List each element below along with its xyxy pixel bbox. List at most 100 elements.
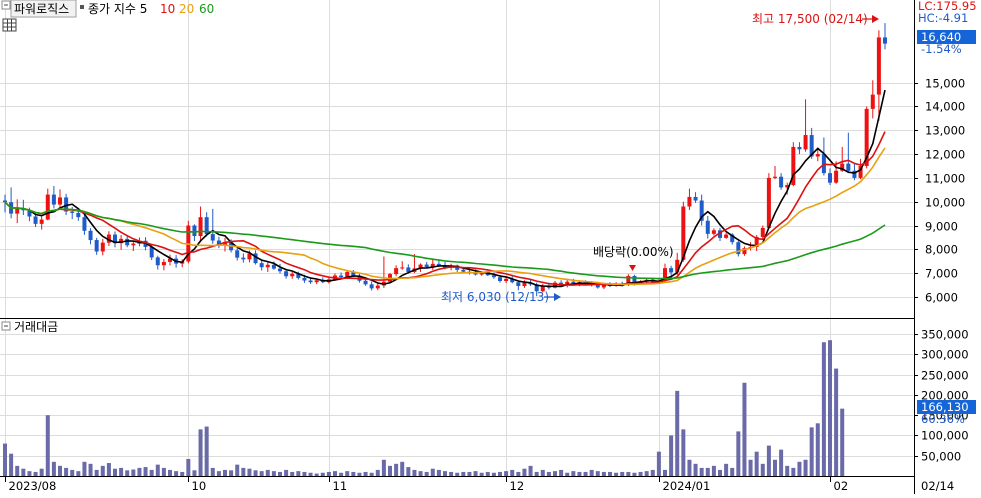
- candle-body: [259, 263, 264, 268]
- volume-bar: [235, 464, 240, 476]
- volume-bar: [394, 463, 399, 476]
- volume-bar: [595, 471, 600, 476]
- volume-bar: [534, 471, 539, 476]
- volume-bar: [467, 471, 472, 476]
- candle-body: [803, 135, 808, 150]
- volume-bar: [693, 463, 698, 476]
- candle-body: [711, 230, 716, 234]
- series-marker-icon: [80, 5, 84, 9]
- candle-body: [516, 282, 521, 286]
- volume-tick-label: 250,000: [921, 369, 969, 383]
- volume-bar: [265, 469, 270, 476]
- candle-body: [210, 234, 215, 241]
- volume-bar: [608, 471, 612, 476]
- volume-bar: [681, 429, 686, 476]
- candle-body: [779, 176, 784, 188]
- volume-bar: [15, 465, 20, 476]
- candle-body: [302, 277, 307, 281]
- volume-bar: [650, 469, 655, 476]
- candle-body: [82, 217, 87, 231]
- volume-bar: [27, 471, 32, 476]
- volume-bar: [455, 472, 460, 476]
- volume-bar: [320, 472, 325, 476]
- volume-bar: [644, 471, 649, 476]
- volume-bar: [174, 471, 179, 476]
- candle-body: [760, 227, 765, 237]
- volume-bar: [45, 415, 50, 476]
- candle-body: [876, 37, 881, 95]
- candle-body: [58, 197, 62, 205]
- candle-body: [870, 94, 875, 109]
- volume-bar: [589, 469, 594, 476]
- volume-bar: [3, 443, 7, 476]
- volume-bar: [161, 467, 166, 476]
- volume-bar: [449, 471, 454, 476]
- volume-bar: [363, 471, 368, 476]
- chart-window: 6,000 7,000 8,000 9,000 10,000 11,000 12,000 13…: [0, 0, 981, 494]
- candle-body: [363, 280, 368, 285]
- volume-bar: [284, 469, 289, 476]
- volume-bar: [76, 471, 81, 476]
- volume-bar: [192, 470, 197, 476]
- price-tick-label: 12,000: [925, 148, 965, 162]
- dividend-label: 배당락(0.00%): [593, 245, 674, 259]
- candle-body: [290, 273, 295, 277]
- candle-body: [669, 268, 674, 273]
- volume-bar: [186, 458, 191, 476]
- volume-bar: [565, 472, 570, 476]
- volume-bar: [669, 435, 674, 476]
- volume-bar: [718, 469, 722, 476]
- volume-bar: [100, 465, 105, 476]
- x-tick-label: 02: [834, 479, 849, 493]
- candle-body: [846, 163, 851, 171]
- volume-bar: [559, 469, 564, 476]
- candle-body: [308, 280, 313, 283]
- volume-tick-label: 300,000: [921, 348, 969, 362]
- volume-bar: [663, 469, 667, 476]
- low-label: 최저 6,030 (12/13): [441, 290, 549, 304]
- volume-bar: [290, 471, 295, 476]
- candle-body: [504, 278, 509, 281]
- candle-body: [815, 154, 820, 157]
- candle-body: [235, 250, 240, 258]
- candle-body: [705, 220, 710, 234]
- volume-bar: [828, 340, 832, 476]
- price-tick-label: 9,000: [925, 220, 958, 234]
- candle-body: [424, 264, 429, 267]
- volume-bar: [803, 459, 808, 476]
- volume-bar: [106, 463, 111, 476]
- grid-table-icon[interactable]: [2, 18, 17, 32]
- candle-body: [33, 216, 38, 224]
- volume-bar: [229, 470, 234, 476]
- x-tick-label: 12: [510, 479, 525, 493]
- candle-body: [45, 194, 50, 220]
- ma-label: 종가 지수 5: [88, 2, 147, 16]
- candle: [766, 173, 771, 230]
- candle-body: [834, 170, 839, 183]
- candle-body: [773, 176, 777, 178]
- volume-bar: [724, 463, 729, 476]
- volume-bar: [791, 467, 796, 476]
- price-tick-label: 7,000: [925, 267, 958, 281]
- volume-bar: [546, 471, 551, 476]
- candle-body: [339, 275, 344, 278]
- volume-bar: [9, 453, 14, 476]
- volume-bar: [58, 465, 62, 476]
- volume-bar: [485, 471, 490, 476]
- candle-body: [265, 264, 270, 268]
- candle-body: [192, 225, 197, 236]
- candle-body: [51, 194, 56, 205]
- volume-bar: [94, 469, 99, 476]
- price-tick-label: 8,000: [925, 243, 958, 257]
- candle-body: [498, 277, 502, 281]
- volume-bar: [754, 451, 759, 476]
- volume-bar: [779, 449, 784, 476]
- volume-bar: [168, 469, 172, 476]
- volume-bar: [137, 467, 142, 476]
- candle-body: [94, 240, 99, 252]
- volume-bar: [357, 472, 362, 476]
- candle-body: [155, 257, 160, 266]
- candle-body: [161, 261, 166, 266]
- volume-bar: [687, 459, 692, 476]
- volume-bar: [491, 472, 496, 476]
